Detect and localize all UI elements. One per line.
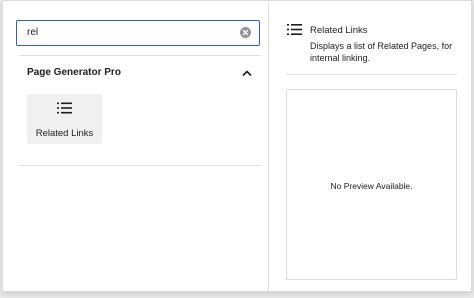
block-list-panel: rel Page Generator Pro Related Links <box>3 1 269 291</box>
category-title: Page Generator Pro <box>27 67 121 78</box>
list-icon <box>57 102 72 114</box>
search-input[interactable]: rel <box>16 20 260 46</box>
preview-box: No Preview Available. <box>286 89 457 280</box>
clear-search-icon[interactable] <box>240 27 251 38</box>
block-item-related-links[interactable]: Related Links <box>27 94 102 144</box>
list-icon <box>287 24 302 35</box>
search-input-value: rel <box>27 27 39 38</box>
no-preview-message: No Preview Available. <box>330 181 413 191</box>
block-inserter-popover: rel Page Generator Pro Related Links Rel… <box>2 0 472 292</box>
divider <box>286 74 457 75</box>
block-item-label: Related Links <box>35 128 94 139</box>
divider <box>19 165 261 166</box>
divider <box>19 55 261 56</box>
category-header[interactable]: Page Generator Pro <box>27 67 253 81</box>
chevron-up-icon[interactable] <box>241 67 253 79</box>
preview-title: Related Links <box>310 25 368 36</box>
preview-description: Displays a list of Related Pages, for in… <box>310 41 453 63</box>
